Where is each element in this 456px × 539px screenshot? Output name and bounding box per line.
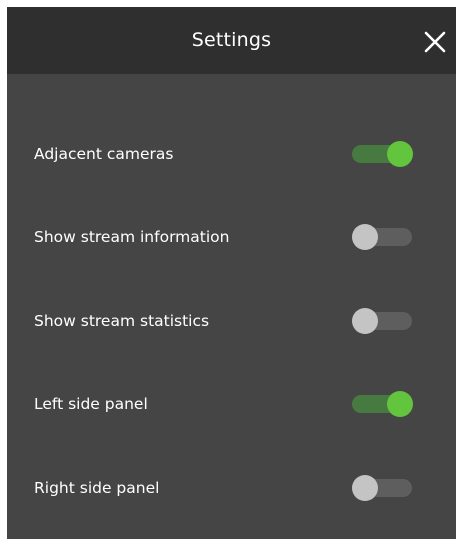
setting-row-right-side-panel: Right side panel xyxy=(7,468,456,508)
setting-label: Show stream statistics xyxy=(34,312,210,330)
left-side-panel-toggle[interactable] xyxy=(352,391,414,417)
dialog-title: Settings xyxy=(191,29,272,51)
toggle-knob xyxy=(352,224,378,250)
adjacent-cameras-toggle[interactable] xyxy=(352,141,414,167)
right-side-panel-toggle[interactable] xyxy=(352,475,414,501)
toggle-knob xyxy=(352,475,378,501)
setting-label: Left side panel xyxy=(34,395,148,413)
setting-row-show-stream-information: Show stream information xyxy=(7,217,456,257)
setting-row-left-side-panel: Left side panel xyxy=(7,384,456,424)
settings-dialog: Settings Adjacent cameras Show stream in… xyxy=(7,7,456,539)
setting-label: Show stream information xyxy=(34,228,230,246)
close-icon xyxy=(424,31,446,53)
setting-row-show-stream-statistics: Show stream statistics xyxy=(7,301,456,341)
toggle-knob xyxy=(387,391,413,417)
dialog-header: Settings xyxy=(7,7,456,74)
setting-label: Adjacent cameras xyxy=(34,145,174,163)
toggle-knob xyxy=(352,308,378,334)
setting-row-adjacent-cameras: Adjacent cameras xyxy=(7,134,456,174)
toggle-knob xyxy=(387,141,413,167)
close-button[interactable] xyxy=(424,31,446,53)
show-stream-statistics-toggle[interactable] xyxy=(352,308,414,334)
show-stream-information-toggle[interactable] xyxy=(352,224,414,250)
setting-label: Right side panel xyxy=(34,479,160,497)
